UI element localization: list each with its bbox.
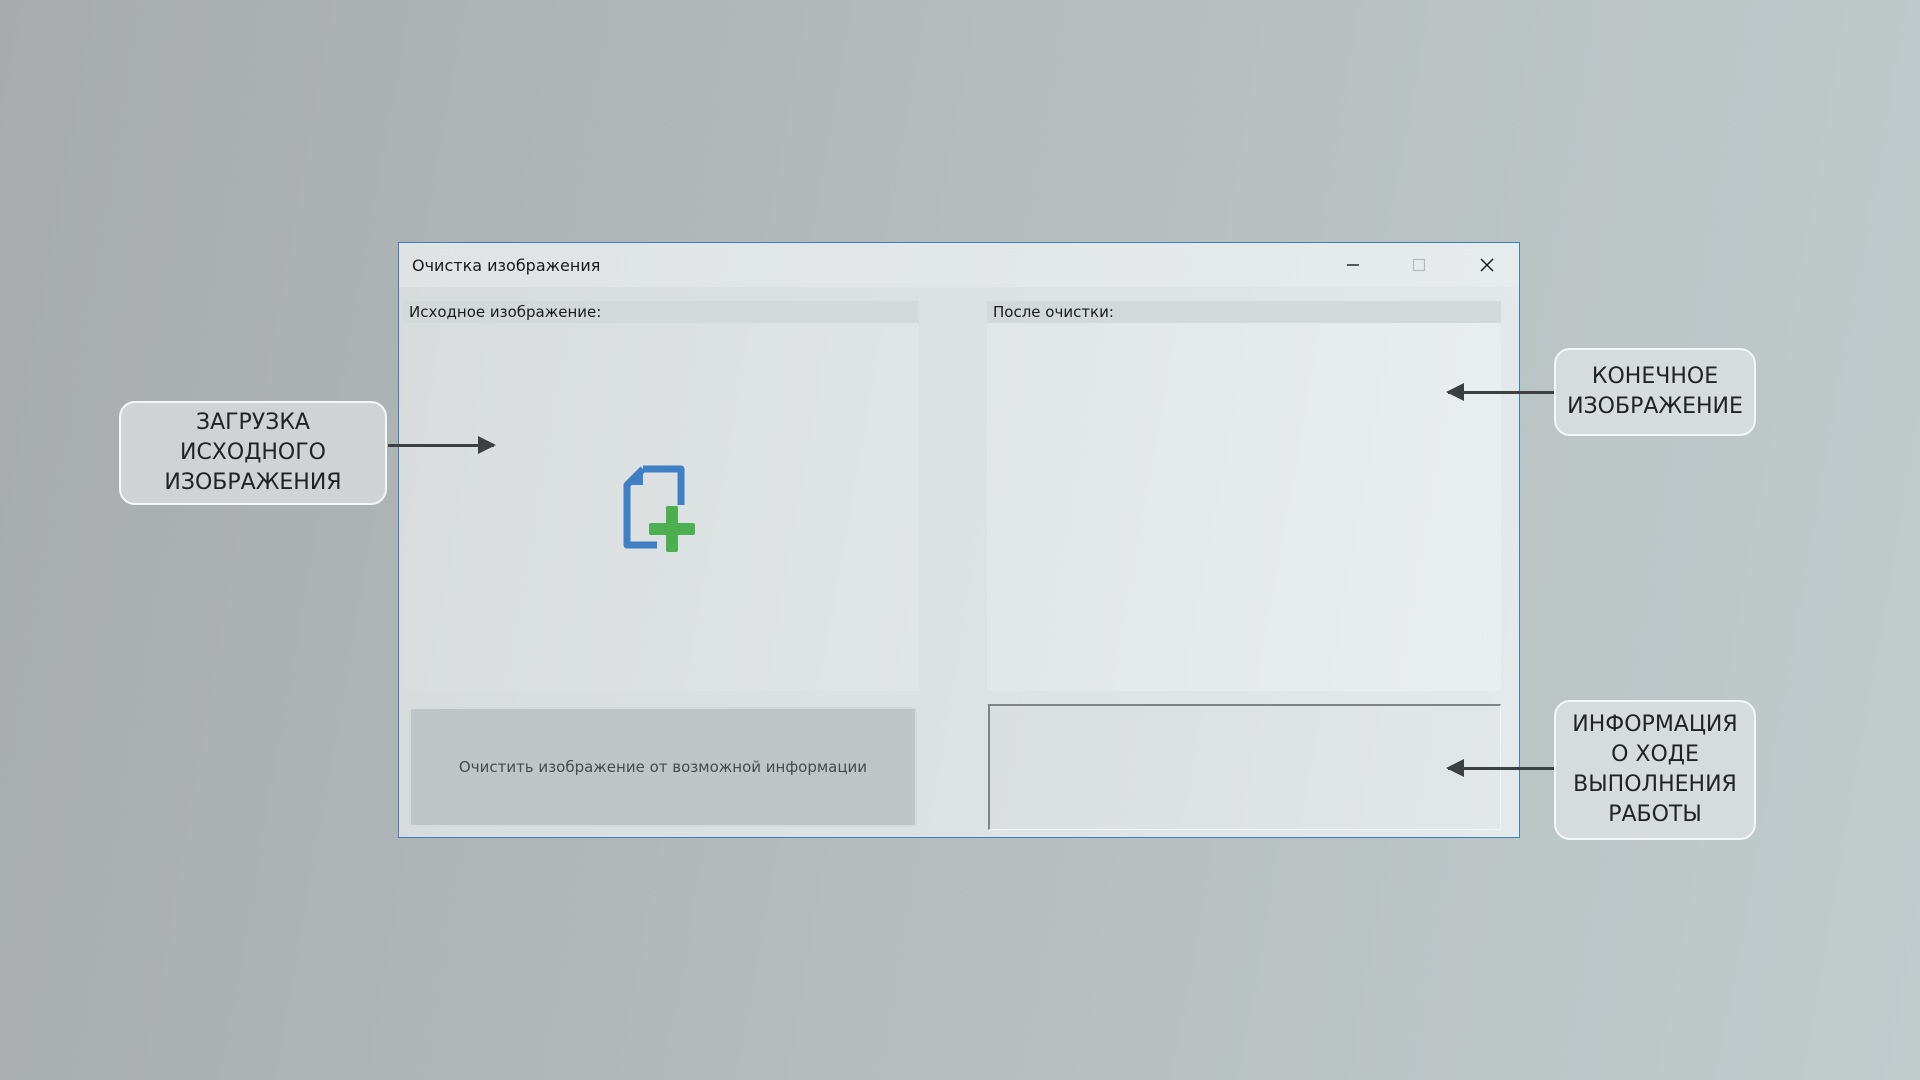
window-title: Очистка изображения bbox=[412, 256, 601, 275]
app-window: Очистка изображения Исходное изображение… bbox=[398, 242, 1520, 838]
add-file-icon bbox=[623, 465, 695, 552]
callout-load-source-image: ЗАГРУЗКА ИСХОДНОГО ИЗОБРАЖЕНИЯ bbox=[119, 401, 387, 505]
minimize-icon bbox=[1347, 264, 1359, 266]
arrow-right-icon bbox=[388, 436, 496, 454]
callout-final-image: КОНЕЧНОЕ ИЗОБРАЖЕНИЕ bbox=[1554, 348, 1756, 436]
close-button[interactable] bbox=[1457, 243, 1517, 287]
source-image-dropzone[interactable] bbox=[403, 323, 919, 691]
minimize-button[interactable] bbox=[1323, 243, 1383, 287]
clean-image-button[interactable]: Очистить изображение от возможной информ… bbox=[409, 707, 917, 827]
arrow-left-icon bbox=[1446, 759, 1554, 777]
source-image-label: Исходное изображение: bbox=[403, 301, 919, 323]
arrow-left-icon bbox=[1446, 383, 1554, 401]
progress-log-textbox[interactable] bbox=[988, 704, 1501, 830]
close-icon bbox=[1480, 258, 1494, 272]
callout-progress-info: ИНФОРМАЦИЯ О ХОДЕ ВЫПОЛНЕНИЯ РАБОТЫ bbox=[1554, 700, 1756, 840]
maximize-icon bbox=[1412, 258, 1426, 272]
result-image-label: После очистки: bbox=[987, 301, 1501, 323]
result-image-view bbox=[987, 323, 1501, 691]
maximize-button[interactable] bbox=[1389, 243, 1449, 287]
title-bar[interactable]: Очистка изображения bbox=[399, 243, 1519, 287]
